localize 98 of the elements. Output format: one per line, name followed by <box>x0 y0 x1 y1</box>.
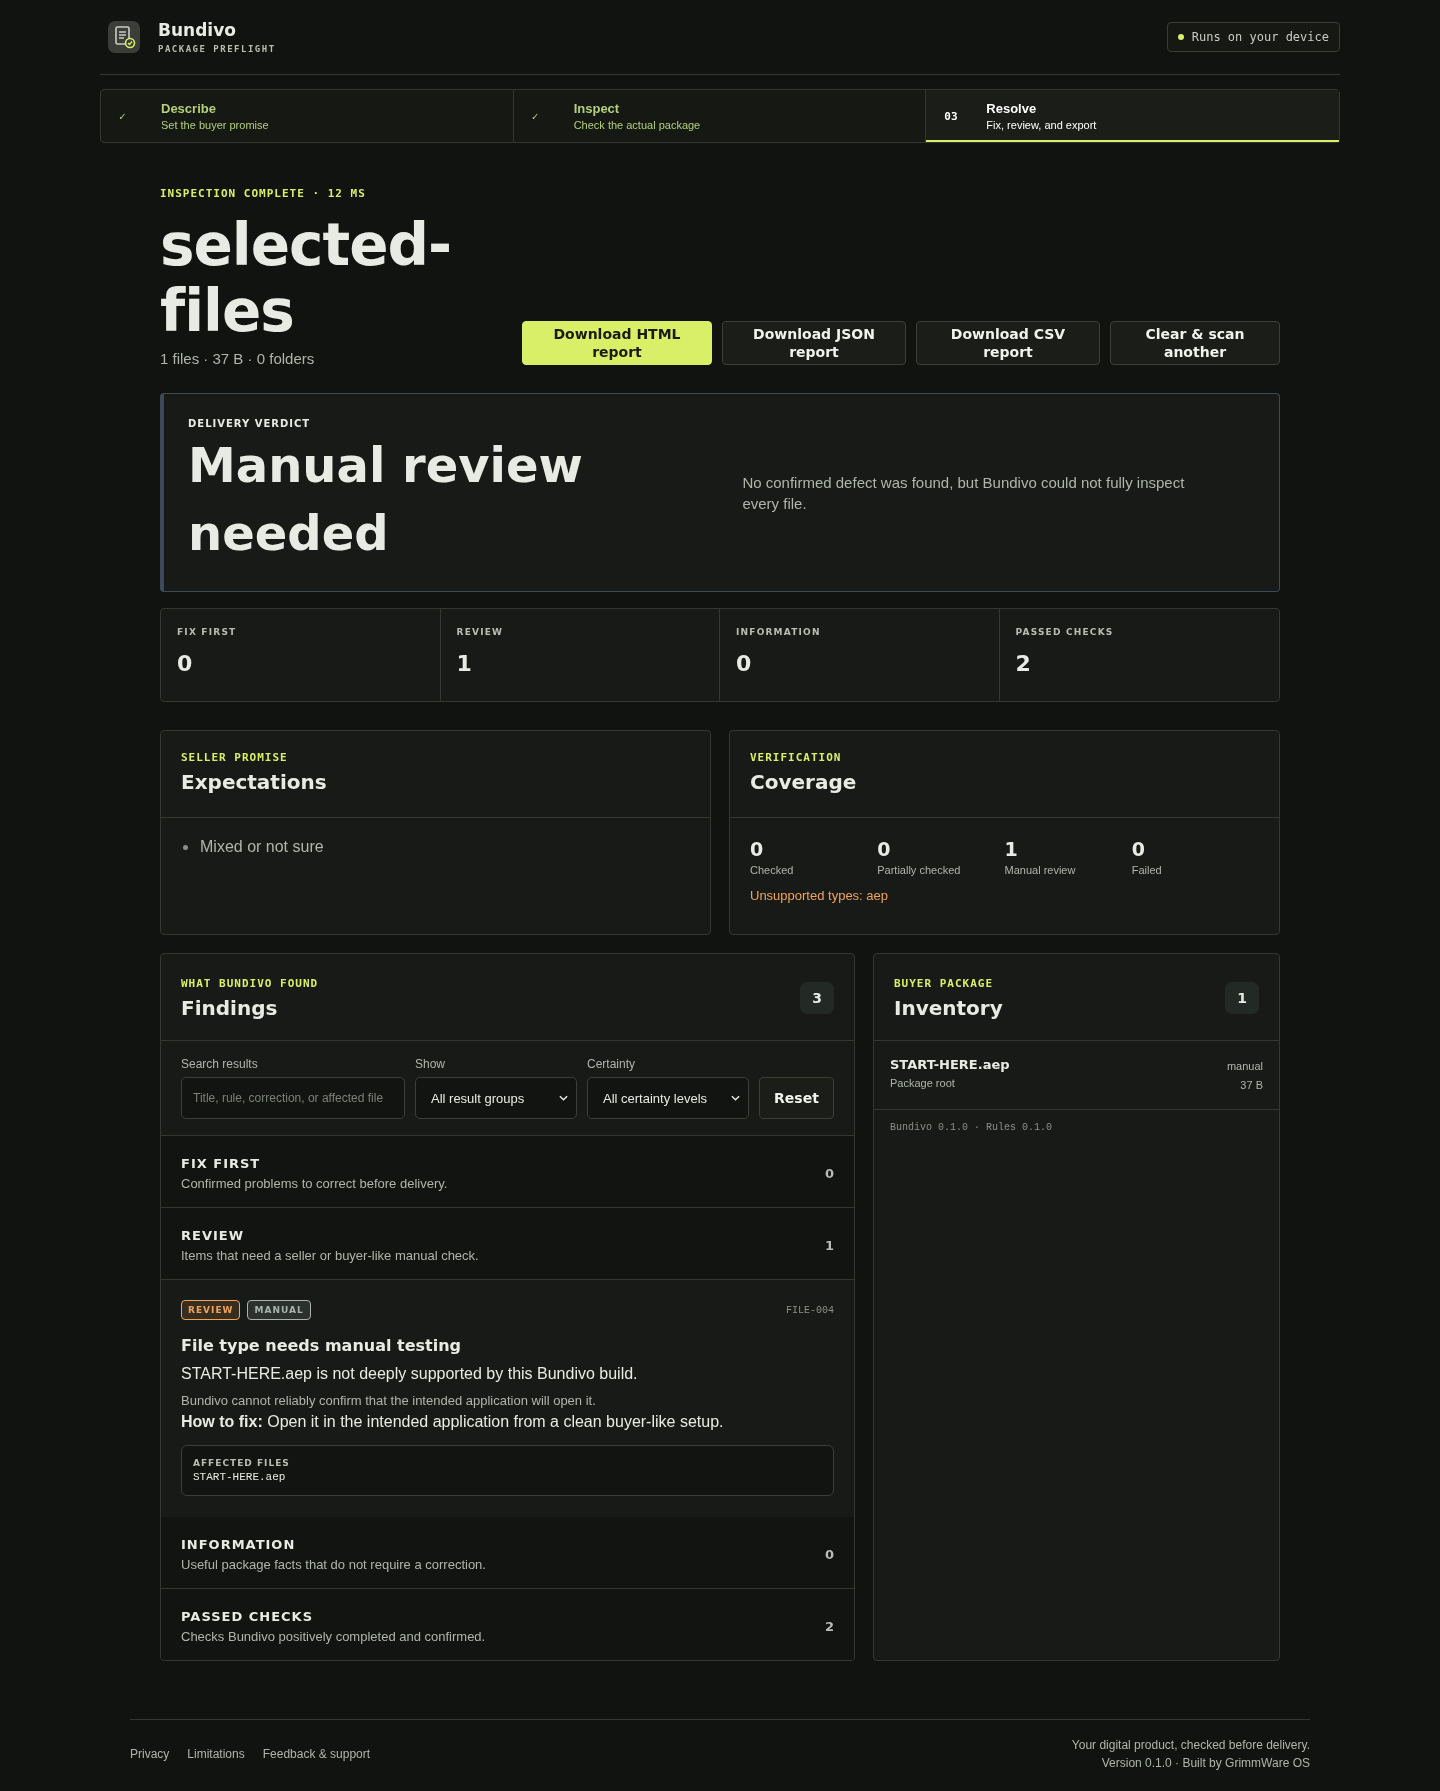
metric-value: 0 <box>877 838 892 860</box>
finding-detail: Bundivo cannot reliably confirm that the intended application will open it. <box>181 1393 597 1408</box>
card-title: Expectations <box>181 770 328 794</box>
metric-value: 0 <box>750 838 765 860</box>
stat-label: REVIEW <box>456 627 505 637</box>
card-title: Findings <box>181 995 279 1020</box>
group-description: Items that need a seller or buyer-like manual check. <box>181 1248 479 1263</box>
card-eyebrow: SELLER PROMISE <box>181 751 289 764</box>
file-name: START-HERE.aep <box>890 1057 1010 1072</box>
group-count: 0 <box>824 1547 834 1562</box>
expectation-item: Mixed or not sure <box>200 838 324 856</box>
inspection-status: INSPECTION COMPLETE · 12 MS <box>160 187 367 200</box>
package-title: selected-files <box>160 212 453 344</box>
stat-value: 0 <box>736 651 753 676</box>
stat-value: 2 <box>1015 651 1032 676</box>
verdict-label: DELIVERY VERDICT <box>188 418 312 429</box>
step-title: Describe <box>161 101 217 116</box>
field-label: Search results <box>181 1057 259 1071</box>
step-title: Inspect <box>573 101 621 116</box>
fix-instructions: How to fix: Open it in the intended application from a clean buyer-like setup. <box>181 1413 725 1431</box>
field-label: Certainty <box>587 1057 637 1071</box>
package-meta: 1 files · 37 B · 0 folders <box>160 350 316 367</box>
step-marker: ✓ <box>531 109 540 123</box>
footer-link[interactable]: Privacy <box>130 1747 170 1761</box>
certainty-select[interactable]: All certainty levels <box>587 1077 749 1119</box>
group-title: FIX FIRST <box>181 1156 262 1171</box>
step-subtitle: Set the buyer promise <box>161 119 269 131</box>
status-badge: Runs on your device <box>1166 22 1340 52</box>
rule-id: FILE-004 <box>786 1304 834 1316</box>
metric-label: Partially checked <box>877 864 962 876</box>
metric-label: Manual review <box>1004 864 1077 876</box>
logo-icon <box>108 21 140 53</box>
group-title: PASSED CHECKS <box>181 1609 314 1624</box>
card-eyebrow: VERIFICATION <box>750 751 843 764</box>
step-subtitle: Fix, review, and export <box>986 119 1097 131</box>
stat-label: INFORMATION <box>736 627 822 637</box>
chevron-down-icon <box>731 1095 740 1101</box>
group-description: Useful package facts that do not require a correction. <box>181 1557 486 1572</box>
stat-label: PASSED CHECKS <box>1015 627 1115 637</box>
metric-label: Checked <box>750 864 795 876</box>
footer-link[interactable]: Feedback & support <box>262 1747 371 1761</box>
group-description: Checks Bundivo positively completed and confirmed. <box>181 1629 486 1644</box>
metric-value: 1 <box>1004 838 1019 860</box>
file-size: 37 B <box>1239 1078 1263 1093</box>
finding-tag: MANUAL <box>247 1300 311 1320</box>
footer-version: Version 0.1.0 · Built by GrimmWare OS <box>1100 1755 1310 1772</box>
chevron-down-icon <box>559 1095 568 1101</box>
coverage-note: Unsupported types: aep <box>750 888 890 903</box>
count-badge: 3 <box>800 982 834 1014</box>
group-count: 0 <box>824 1166 834 1181</box>
group-description: Confirmed problems to correct before delivery. <box>181 1176 448 1191</box>
result-group[interactable]: FIX FIRST Confirmed problems to correct before delivery. 0 <box>161 1136 854 1208</box>
verdict-text: No confirmed defect was found, but Bundivo could not fully inspect every file. <box>742 472 1186 514</box>
reset-button[interactable]: Reset <box>759 1077 834 1119</box>
footer-tagline: Your digital product, checked before delivery. <box>1071 1737 1310 1754</box>
brand-name: Bundivo <box>158 20 237 40</box>
group-title: INFORMATION <box>181 1537 297 1552</box>
step-subtitle: Check the actual package <box>573 119 701 131</box>
group-count: 2 <box>824 1619 834 1634</box>
field-label: Show <box>415 1057 447 1071</box>
brand-tagline: PACKAGE PREFLIGHT <box>158 44 276 54</box>
step-tab[interactable]: 03 Resolve Fix, review, and export <box>926 90 1339 142</box>
affected-file: START-HERE.aep <box>193 1471 287 1483</box>
group-select[interactable]: All result groups <box>415 1077 577 1119</box>
affected-label: AFFECTED FILES <box>193 1458 291 1468</box>
result-group[interactable]: PASSED CHECKS Checks Bundivo positively completed and confirmed. 2 <box>161 1589 854 1660</box>
card-title: Coverage <box>750 770 858 794</box>
group-title: REVIEW <box>181 1228 245 1243</box>
metric-value: 0 <box>1131 838 1146 860</box>
finding-summary: START-HERE.aep is not deeply supported by this Bundivo build. <box>181 1365 639 1383</box>
step-tab[interactable]: ✓ Describe Set the buyer promise <box>101 90 514 142</box>
action-button[interactable]: Download JSON report <box>722 321 906 365</box>
step-title: Resolve <box>986 101 1038 116</box>
result-group[interactable]: REVIEW Items that need a seller or buyer-like manual check. 1 <box>161 1208 854 1280</box>
file-status: manual <box>1226 1059 1263 1074</box>
step-marker: ✓ <box>119 109 127 123</box>
metric-label: Failed <box>1131 864 1163 876</box>
action-button[interactable]: Download CSV report <box>916 321 1100 365</box>
file-location: Package root <box>890 1077 956 1089</box>
card-title: Inventory <box>894 995 1003 1020</box>
footer-link[interactable]: Limitations <box>187 1747 245 1761</box>
stat-value: 0 <box>177 651 194 676</box>
step-marker: 03 <box>944 109 957 123</box>
action-button[interactable]: Download HTML report <box>522 321 712 365</box>
version-info: Bundivo 0.1.0 · Rules 0.1.0 <box>889 1121 1054 1135</box>
card-eyebrow: WHAT BUNDIVO FOUND <box>181 976 319 990</box>
verdict-title: Manual review needed <box>188 436 584 563</box>
action-button[interactable]: Clear & scan another <box>1110 321 1280 365</box>
result-group[interactable]: INFORMATION Useful package facts that do not require a correction. 0 <box>161 1517 854 1589</box>
bullet-icon <box>183 844 188 850</box>
finding-title: File type needs manual testing <box>181 1336 462 1355</box>
stat-value: 1 <box>456 651 473 676</box>
finding-tag: REVIEW <box>181 1300 241 1320</box>
stat-label: FIX FIRST <box>177 627 238 637</box>
search-field[interactable]: Title, rule, correction, or affected file <box>181 1077 405 1119</box>
count-badge: 1 <box>1225 982 1259 1014</box>
group-count: 1 <box>824 1238 834 1253</box>
card-eyebrow: BUYER PACKAGE <box>894 976 995 990</box>
